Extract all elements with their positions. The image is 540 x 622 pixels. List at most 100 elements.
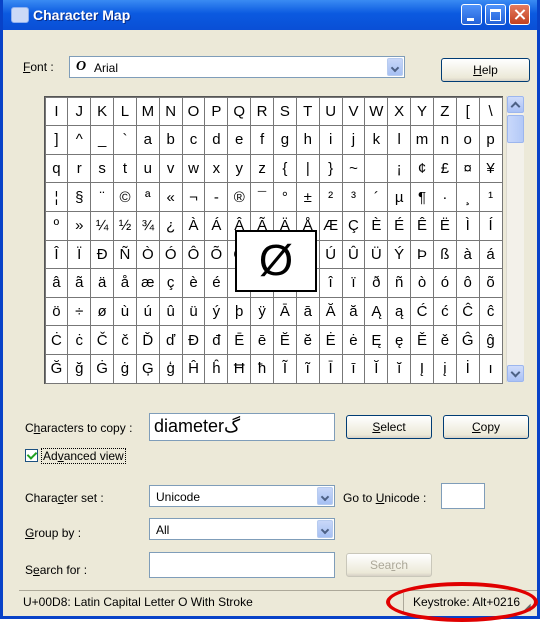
character-cell[interactable]: î xyxy=(318,268,343,298)
character-cell[interactable]: ³ xyxy=(341,182,366,212)
character-cell[interactable]: c xyxy=(181,125,206,155)
character-cell[interactable]: - xyxy=(204,182,229,212)
character-cell[interactable]: ¼ xyxy=(90,210,115,241)
character-cell[interactable]: Ó xyxy=(158,239,183,270)
character-cell[interactable]: ± xyxy=(295,182,320,212)
character-cell[interactable]: f xyxy=(250,125,274,155)
title-bar[interactable]: Character Map xyxy=(3,0,537,30)
scroll-down-arrow-icon[interactable] xyxy=(507,365,524,382)
character-cell[interactable]: ï xyxy=(341,268,366,298)
character-cell[interactable]: ė xyxy=(341,325,366,355)
character-cell[interactable]: Ý xyxy=(387,239,412,270)
character-cell[interactable]: ÿ xyxy=(250,296,274,327)
character-cell[interactable]: á xyxy=(478,239,503,270)
character-cell[interactable]: Ğ xyxy=(44,353,69,384)
character-cell[interactable]: À xyxy=(181,210,206,241)
character-set-dropdown-arrow-icon[interactable] xyxy=(317,487,333,505)
maximize-button[interactable] xyxy=(485,4,506,25)
character-cell[interactable]: P xyxy=(204,96,229,127)
character-cell[interactable]: ě xyxy=(432,325,457,355)
character-cell[interactable]: ĕ xyxy=(295,325,320,355)
character-map-app-icon[interactable] xyxy=(11,7,29,23)
character-cell[interactable]: Ë xyxy=(432,210,457,241)
character-cell[interactable]: ø xyxy=(90,296,115,327)
character-cell[interactable]: O xyxy=(181,96,206,127)
grid-scrollbar[interactable] xyxy=(506,96,524,382)
character-cell[interactable]: Ċ xyxy=(44,325,69,355)
character-cell[interactable]: þ xyxy=(227,296,252,327)
character-cell[interactable]: I xyxy=(44,96,69,127)
character-cell[interactable]: ² xyxy=(318,182,343,212)
character-cell[interactable]: t xyxy=(113,153,137,184)
help-button[interactable]: Help xyxy=(441,58,530,82)
character-cell[interactable]: [ xyxy=(455,96,480,127)
character-cell[interactable]: Ĕ xyxy=(273,325,297,355)
character-cell[interactable]: ç xyxy=(158,268,183,298)
copy-button[interactable]: Copy xyxy=(443,415,529,439)
character-cell[interactable]: ¾ xyxy=(135,210,160,241)
character-cell[interactable]: a xyxy=(135,125,160,155)
character-cell[interactable]: Ô xyxy=(181,239,206,270)
character-cell[interactable]: N xyxy=(158,96,183,127)
search-input[interactable] xyxy=(149,552,335,578)
character-cell[interactable]: ġ xyxy=(113,353,137,384)
character-set-select[interactable]: Unicode xyxy=(149,485,335,507)
character-cell[interactable]: Þ xyxy=(410,239,434,270)
character-cell[interactable]: ē xyxy=(250,325,274,355)
character-cell[interactable]: ď xyxy=(158,325,183,355)
character-cell[interactable]: ć xyxy=(432,296,457,327)
character-cell[interactable]: W xyxy=(364,96,389,127)
character-cell[interactable]: Ï xyxy=(67,239,92,270)
character-cell[interactable]: L xyxy=(113,96,137,127)
character-cell[interactable]: µ xyxy=(387,182,412,212)
character-cell[interactable]: ^ xyxy=(67,125,92,155)
character-cell[interactable]: Ć xyxy=(410,296,434,327)
character-cell[interactable]: Ñ xyxy=(113,239,137,270)
character-cell[interactable]: « xyxy=(158,182,183,212)
character-cell[interactable]: ğ xyxy=(67,353,92,384)
character-cell[interactable]: Đ xyxy=(181,325,206,355)
character-cell[interactable]: é xyxy=(204,268,229,298)
character-cell[interactable]: i xyxy=(318,125,343,155)
character-cell[interactable]: q xyxy=(44,153,69,184)
character-cell[interactable]: Ì xyxy=(455,210,480,241)
character-cell[interactable]: } xyxy=(318,153,343,184)
character-cell[interactable]: ę xyxy=(387,325,412,355)
character-cell[interactable]: İ xyxy=(455,353,480,384)
character-cell[interactable]: T xyxy=(295,96,320,127)
character-cell[interactable]: Æ xyxy=(318,210,343,241)
character-cell[interactable]: r xyxy=(67,153,92,184)
character-cell[interactable]: ¹ xyxy=(478,182,503,212)
character-cell[interactable]: ò xyxy=(410,268,434,298)
character-cell[interactable]: ° xyxy=(273,182,297,212)
character-cell[interactable]: Ģ xyxy=(135,353,160,384)
character-cell[interactable]: £ xyxy=(432,153,457,184)
character-cell[interactable]: û xyxy=(158,296,183,327)
character-cell[interactable]: Ě xyxy=(410,325,434,355)
character-cell[interactable]: ô xyxy=(455,268,480,298)
font-dropdown-arrow-icon[interactable] xyxy=(387,58,403,76)
character-cell[interactable]: \ xyxy=(478,96,503,127)
character-cell[interactable]: ī xyxy=(341,353,366,384)
character-cell[interactable]: Ď xyxy=(135,325,160,355)
character-cell[interactable]: Õ xyxy=(204,239,229,270)
character-cell[interactable]: Ā xyxy=(273,296,297,327)
character-cell[interactable]: ½ xyxy=(113,210,137,241)
character-cell[interactable]: ö xyxy=(44,296,69,327)
character-cell[interactable]: M xyxy=(135,96,160,127)
character-cell[interactable]: j xyxy=(341,125,366,155)
font-select[interactable]: O Arial xyxy=(69,56,405,78)
character-cell[interactable]: p xyxy=(478,125,503,155)
character-cell[interactable]: ĥ xyxy=(204,353,229,384)
character-cell[interactable]: R xyxy=(250,96,274,127)
character-cell[interactable]: å xyxy=(113,268,137,298)
character-cell[interactable]: » xyxy=(67,210,92,241)
character-cell[interactable]: ¶ xyxy=(410,182,434,212)
character-cell[interactable]: Ĉ xyxy=(455,296,480,327)
character-cell[interactable]: į xyxy=(432,353,457,384)
character-cell[interactable]: È xyxy=(364,210,389,241)
character-cell[interactable]: s xyxy=(90,153,115,184)
character-cell[interactable]: ā xyxy=(295,296,320,327)
character-cell[interactable]: Ħ xyxy=(227,353,252,384)
character-cell[interactable]: ı xyxy=(478,353,503,384)
